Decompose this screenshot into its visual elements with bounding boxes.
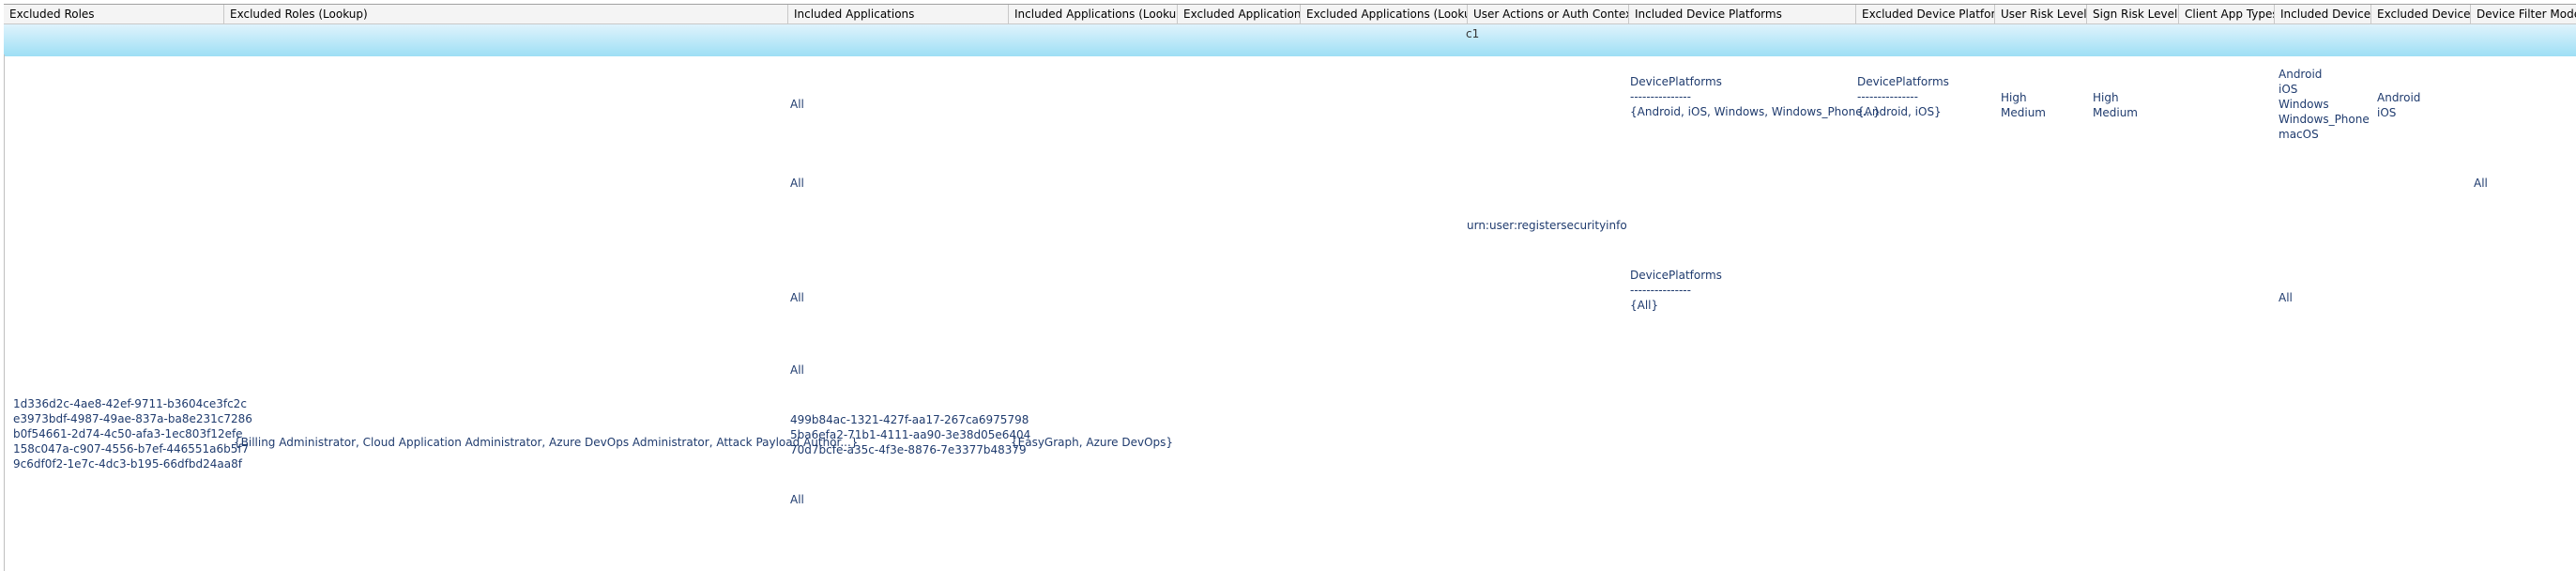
table-row-3-included-device-platforms[interactable]: DevicePlatforms --------------- {All} xyxy=(1630,268,1722,313)
column-header-excluded-applications-lookup[interactable]: Excluded Applications (Lookup) xyxy=(1301,5,1468,23)
grid-left-border xyxy=(4,54,5,571)
table-row-5-included-applications[interactable]: 499b84ac-1321-427f-aa17-267ca6975798 5ba… xyxy=(790,412,1030,457)
table-row-0-excluded-devices[interactable]: Android iOS xyxy=(2377,90,2420,120)
group-label: c1 xyxy=(1466,27,1480,40)
table-row-1-device-filter-mode[interactable]: All xyxy=(2474,176,2488,191)
table-row-3-included-applications[interactable]: All xyxy=(790,290,804,305)
table-row-0-included-devices[interactable]: Android iOS Windows Windows_Phone macOS xyxy=(2279,67,2370,142)
column-header-row: Excluded Roles Excluded Roles (Lookup) I… xyxy=(4,4,2576,24)
table-row-5-excluded-roles[interactable]: 1d336d2c-4ae8-42ef-9711-b3604ce3fc2c e39… xyxy=(13,396,252,471)
column-header-user-actions[interactable]: User Actions or Auth Contexts xyxy=(1468,5,1629,23)
table-row-3-included-devices[interactable]: All xyxy=(2279,290,2293,305)
table-row-0-user-risk-levels[interactable]: High Medium xyxy=(2001,90,2046,120)
table-row-0-included-device-platforms[interactable]: DevicePlatforms --------------- {Android… xyxy=(1630,74,1881,119)
table-row-6-included-applications[interactable]: All xyxy=(790,492,804,507)
data-grid: Excluded Roles Excluded Roles (Lookup) I… xyxy=(4,4,2576,571)
table-row-5-excluded-roles-lookup[interactable]: {Billing Administrator, Cloud Applicatio… xyxy=(234,435,858,450)
table-row-2-user-actions[interactable]: urn:user:registersecurityinfo xyxy=(1467,218,1627,233)
column-header-client-app-types[interactable]: Client App Types xyxy=(2179,5,2275,23)
column-header-user-risk-levels[interactable]: User Risk Levels xyxy=(1995,5,2087,23)
group-row[interactable]: c1 xyxy=(4,24,2576,56)
column-header-device-filter-mode[interactable]: Device Filter Mode xyxy=(2471,5,2576,23)
table-row-1-included-applications[interactable]: All xyxy=(790,176,804,191)
column-header-excluded-roles[interactable]: Excluded Roles xyxy=(4,5,224,23)
column-header-included-devices[interactable]: Included Devices xyxy=(2275,5,2371,23)
table-row-4-included-applications[interactable]: All xyxy=(790,363,804,378)
column-header-excluded-roles-lookup[interactable]: Excluded Roles (Lookup) xyxy=(224,5,788,23)
column-header-included-applications[interactable]: Included Applications xyxy=(788,5,1009,23)
column-header-included-device-platforms[interactable]: Included Device Platforms xyxy=(1629,5,1856,23)
column-header-sign-risk-levels[interactable]: Sign Risk Levels xyxy=(2087,5,2179,23)
table-row-0-included-applications[interactable]: All xyxy=(790,97,804,112)
table-row-0-sign-risk-levels[interactable]: High Medium xyxy=(2093,90,2138,120)
column-header-excluded-applications[interactable]: Excluded Applications xyxy=(1178,5,1301,23)
table-row-0-excluded-device-platforms[interactable]: DevicePlatforms --------------- {Android… xyxy=(1857,74,1949,119)
column-header-included-applications-lookup[interactable]: Included Applications (Lookup) xyxy=(1009,5,1178,23)
table-row-5-included-applications-lookup[interactable]: {EasyGraph, Azure DevOps} xyxy=(1011,435,1173,450)
column-header-excluded-devices[interactable]: Excluded Devices xyxy=(2371,5,2471,23)
column-header-excluded-device-platforms[interactable]: Excluded Device Platforms xyxy=(1856,5,1995,23)
